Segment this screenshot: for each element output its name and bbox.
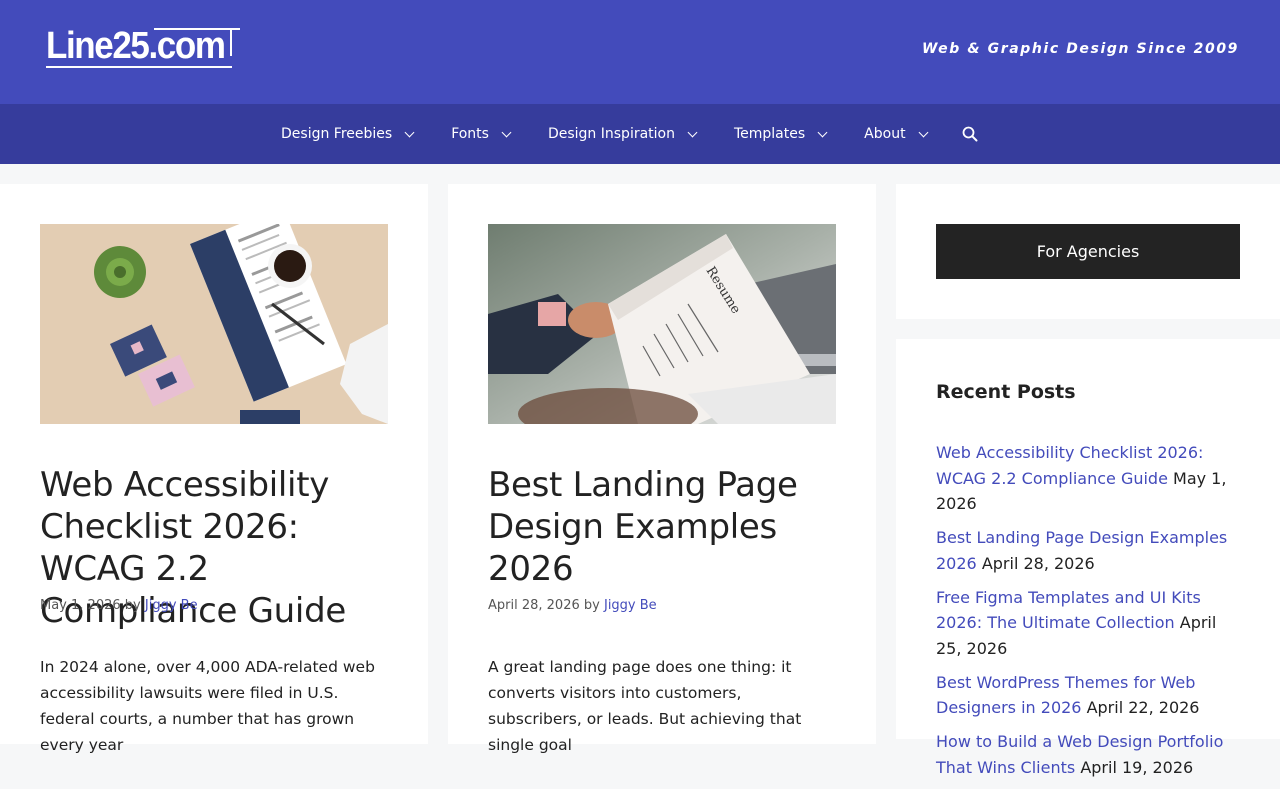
- list-item: Web Accessibility Checklist 2026: WCAG 2…: [936, 440, 1246, 517]
- search-button[interactable]: [950, 104, 990, 164]
- recent-post-link[interactable]: Web Accessibility Checklist 2026: WCAG 2…: [936, 443, 1203, 488]
- nav-menu: Design Freebies Fonts Design Inspiration…: [262, 104, 990, 164]
- post-by: by: [583, 598, 600, 613]
- post-date: May 1, 2026: [40, 598, 121, 613]
- post-author-link[interactable]: Jiggy Be: [604, 598, 657, 613]
- list-item: Best Landing Page Design Examples 2026 A…: [936, 525, 1246, 576]
- widget-title: Recent Posts: [936, 381, 1076, 403]
- logo-frame-line: [230, 28, 232, 56]
- list-item: Best WordPress Themes for Web Designers …: [936, 670, 1246, 721]
- post-meta: May 1, 2026 by Jiggy Be: [40, 598, 198, 613]
- post-thumbnail[interactable]: [40, 224, 388, 424]
- site-logo[interactable]: Line25.com: [46, 22, 240, 70]
- recent-post-date: April 19, 2026: [1080, 757, 1194, 777]
- recent-posts-widget: Recent Posts Web Accessibility Checklist…: [896, 339, 1280, 777]
- site-header: Line25.com Web & Graphic Design Since 20…: [0, 0, 1280, 104]
- post-meta: April 28, 2026 by Jiggy Be: [488, 598, 657, 613]
- nav-item-design-freebies[interactable]: Design Freebies: [262, 104, 432, 164]
- nav-item-label: Fonts: [451, 126, 489, 142]
- resume-hands-image: Resume: [488, 224, 836, 424]
- logo-frame-line: [46, 66, 232, 68]
- recent-post-date: April 22, 2026: [1086, 698, 1200, 717]
- nav-item-label: About: [864, 126, 906, 142]
- recent-posts-list: Web Accessibility Checklist 2026: WCAG 2…: [936, 440, 1246, 789]
- nav-item-templates[interactable]: Templates: [715, 104, 845, 164]
- recent-post-date: April 28, 2026: [981, 553, 1095, 573]
- post-thumbnail[interactable]: Resume: [488, 224, 836, 424]
- nav-item-label: Design Inspiration: [547, 126, 675, 142]
- chevron-down-icon: [501, 127, 512, 137]
- chevron-down-icon: [918, 127, 929, 137]
- post-excerpt: In 2024 alone, over 4,000 ADA-related we…: [40, 658, 375, 754]
- list-item: Free Figma Templates and UI Kits 2026: T…: [936, 585, 1246, 662]
- list-item: How to Build a Web Design Portfolio That…: [936, 729, 1246, 780]
- post-excerpt: A great landing page does one thing: it …: [488, 658, 802, 754]
- post-title[interactable]: Best Landing Page Design Examples 2026: [488, 464, 848, 590]
- search-icon: [962, 126, 978, 142]
- site-tagline: Web & Graphic Design Since 2009: [921, 41, 1239, 57]
- post-by: by: [124, 598, 141, 613]
- post-card: Web Accessibility Checklist 2026: WCAG 2…: [0, 184, 428, 754]
- nav-item-about[interactable]: About: [845, 104, 945, 164]
- nav-item-fonts[interactable]: Fonts: [432, 104, 529, 164]
- chevron-down-icon: [404, 127, 415, 137]
- nav-item-label: Templates: [733, 126, 806, 142]
- main-navigation: Design Freebies Fonts Design Inspiration…: [0, 104, 1280, 164]
- post-author-link[interactable]: Jiggy Be: [145, 598, 198, 613]
- chevron-down-icon: [687, 127, 698, 137]
- recent-post-link[interactable]: Free Figma Templates and UI Kits 2026: T…: [936, 588, 1201, 633]
- post-date: April 28, 2026: [488, 598, 580, 613]
- post-card: Resume Best Landing Page Design Examples…: [448, 184, 876, 754]
- resume-desk-image: [40, 224, 388, 424]
- nav-item-label: Design Freebies: [281, 126, 393, 142]
- logo-frame-line: [154, 28, 240, 30]
- chevron-down-icon: [817, 127, 828, 137]
- sidebar-widget: For Agencies: [896, 184, 1280, 319]
- nav-item-design-inspiration[interactable]: Design Inspiration: [529, 104, 715, 164]
- for-agencies-button[interactable]: For Agencies: [936, 224, 1240, 279]
